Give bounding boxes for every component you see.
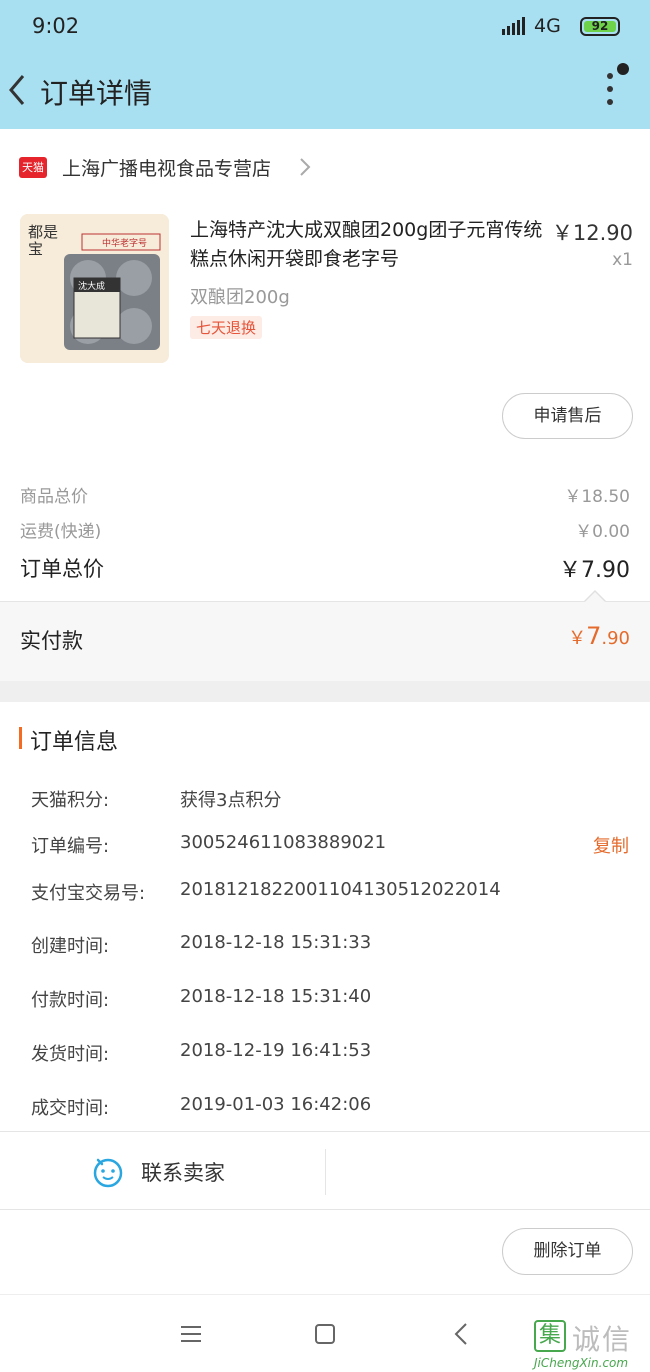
shipping-label: 运费(快递)	[20, 522, 102, 542]
product-price: ￥12.90	[551, 221, 633, 245]
info-label-completed: 成交时间:	[31, 1098, 110, 1119]
product-quantity: x1	[612, 250, 633, 270]
info-value-paid-time: 2018-12-18 15:31:40	[180, 986, 372, 1007]
section-accent-bar	[19, 727, 22, 749]
chevron-right-icon	[300, 158, 311, 176]
goods-total-value: ￥18.50	[564, 487, 630, 507]
watermark-text: 诚信	[572, 1323, 633, 1356]
product-image-pack: 沈大成	[78, 282, 106, 292]
watermark-url: JiChengXin.com	[534, 1356, 629, 1370]
info-label-created: 创建时间:	[31, 936, 110, 957]
network-type: 4G	[534, 15, 561, 37]
more-icon[interactable]	[606, 72, 614, 106]
app-header: 9:02 4G 92 订单详情	[0, 0, 650, 129]
info-value-shipped: 2018-12-19 16:41:53	[180, 1040, 372, 1061]
back-icon[interactable]	[5, 72, 31, 108]
paid-section	[0, 601, 650, 681]
after-sale-button[interactable]: 申请售后	[502, 393, 633, 439]
info-label-points: 天猫积分:	[31, 790, 110, 811]
store-name: 上海广播电视食品专营店	[62, 158, 272, 180]
product-image-label: 都是宝	[28, 223, 59, 258]
info-value-order-number: 300524611083889021	[180, 832, 387, 853]
order-total-value: ￥7.90	[559, 558, 630, 583]
section-divider	[0, 681, 650, 702]
home-icon[interactable]	[315, 1324, 335, 1344]
chat-face-icon[interactable]	[92, 1156, 124, 1188]
paid-notch-inner	[585, 592, 605, 602]
paid-amount-int: 7	[586, 622, 602, 650]
status-time: 9:02	[32, 14, 80, 38]
battery-icon: 92	[580, 17, 620, 36]
contact-row: 联系卖家	[0, 1131, 650, 1210]
vertical-divider	[325, 1149, 326, 1195]
product-title[interactable]: 上海特产沈大成双酿团200g团子元宵传统糕点休闲开袋即食老字号	[190, 216, 545, 274]
watermark: 集 诚信 JiChengXin.com	[534, 1318, 650, 1372]
watermark-logo-icon: 集	[534, 1320, 566, 1352]
product-image[interactable]: 都是宝 中华老字号 沈大成	[20, 214, 169, 363]
info-value-created: 2018-12-18 15:31:33	[180, 932, 372, 953]
paid-amount-dec: .90	[601, 628, 630, 649]
info-label-shipped: 发货时间:	[31, 1044, 110, 1065]
order-total-label: 订单总价	[20, 557, 104, 581]
info-label-order-number: 订单编号:	[31, 836, 110, 857]
product-image-brand: 中华老字号	[102, 239, 148, 249]
shipping-value: ￥0.00	[575, 522, 630, 542]
return-policy-badge: 七天退换	[190, 316, 263, 339]
page-title: 订单详情	[40, 77, 153, 110]
product-spec: 双酿团200g	[190, 287, 290, 308]
store-row[interactable]: 天猫 上海广播电视食品专营店	[0, 140, 650, 196]
menu-icon[interactable]	[180, 1325, 202, 1343]
order-info-title: 订单信息	[30, 730, 119, 755]
contact-seller-button[interactable]: 联系卖家	[141, 1157, 225, 1187]
info-value-completed: 2019-01-03 16:42:06	[180, 1094, 372, 1115]
notification-dot	[617, 63, 629, 75]
paid-label: 实付款	[20, 629, 83, 653]
tmall-icon: 天猫	[19, 157, 47, 178]
battery-level: 92	[584, 20, 616, 32]
signal-icon	[502, 17, 525, 35]
copy-button[interactable]: 复制	[593, 832, 629, 858]
info-label-alipay: 支付宝交易号:	[31, 883, 146, 904]
nav-back-icon[interactable]	[454, 1322, 468, 1346]
paid-value: ￥7.90	[568, 622, 630, 650]
delete-order-button[interactable]: 删除订单	[502, 1228, 633, 1275]
paid-currency: ￥	[568, 628, 587, 649]
info-value-points: 获得3点积分	[180, 790, 282, 811]
goods-total-label: 商品总价	[20, 487, 88, 507]
info-label-paid-time: 付款时间:	[31, 990, 110, 1011]
info-value-alipay: 2018121822001104130512022014	[180, 879, 501, 900]
